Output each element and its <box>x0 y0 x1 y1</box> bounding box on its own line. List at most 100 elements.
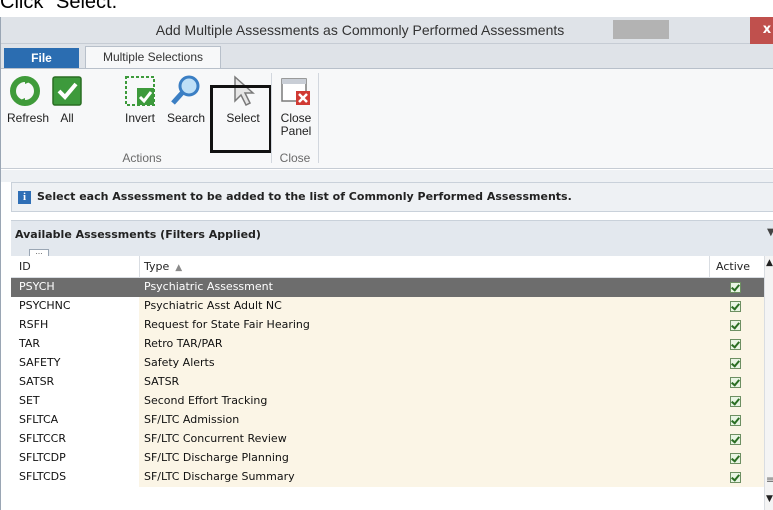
column-header-type-label: Type <box>144 260 170 273</box>
cell-id: SFLTCA <box>11 411 139 430</box>
cell-id: PSYCH <box>11 278 139 297</box>
all-label: All <box>60 111 74 125</box>
close-group-label: Close <box>279 151 311 165</box>
column-header-id[interactable]: ID <box>19 260 31 273</box>
cell-active <box>709 449 764 468</box>
cell-id: TAR <box>11 335 139 354</box>
cell-id: SFLTCCR <box>11 430 139 449</box>
cell-id: SATSR <box>11 373 139 392</box>
table-row[interactable]: SET Second Effort Tracking <box>11 392 764 411</box>
cell-type: Second Effort Tracking <box>139 392 709 411</box>
cell-active <box>709 316 764 335</box>
cell-id: RSFH <box>11 316 139 335</box>
info-text: Select each Assessment to be added to th… <box>37 190 572 203</box>
available-assessments-header: Available Assessments (Filters Applied) … <box>11 220 773 257</box>
cell-type: Psychiatric Asst Adult NC <box>139 297 709 316</box>
cell-active <box>709 278 764 297</box>
cell-active <box>709 411 764 430</box>
table-row[interactable]: SFLTCA SF/LTC Admission <box>11 411 764 430</box>
cell-id: SAFETY <box>11 354 139 373</box>
redacted-title-block <box>613 20 669 39</box>
close-panel-label: Close Panel <box>280 111 312 138</box>
close-panel-icon <box>281 78 310 105</box>
cell-id: PSYCHNC <box>11 297 139 316</box>
check-all-icon <box>52 76 82 106</box>
active-checkbox[interactable] <box>730 472 741 483</box>
select-highlight-box <box>210 85 272 153</box>
tab-multiple-selections[interactable]: Multiple Selections <box>85 46 221 68</box>
cell-id: SFLTCDP <box>11 449 139 468</box>
cell-active <box>709 392 764 411</box>
active-checkbox[interactable] <box>730 377 741 388</box>
cell-active <box>709 430 764 449</box>
grid-header: ID Type ▲ Active <box>11 256 764 278</box>
table-row[interactable]: SFLTCDS SF/LTC Discharge Summary <box>11 468 764 487</box>
select-all-button[interactable]: All <box>47 74 87 125</box>
window-close-button[interactable]: x <box>750 17 773 44</box>
title-bar: Add Multiple Assessments as Commonly Per… <box>1 17 773 44</box>
close-panel-button[interactable]: Close Panel <box>277 74 315 138</box>
ribbon: Refresh All Invert Search Select Close P… <box>1 68 773 169</box>
active-checkbox[interactable] <box>730 339 741 350</box>
group-separator <box>318 73 319 163</box>
table-row[interactable]: SATSR SATSR <box>11 373 764 392</box>
active-checkbox[interactable] <box>730 358 741 369</box>
cell-active <box>709 373 764 392</box>
dialog-window: Add Multiple Assessments as Commonly Per… <box>0 17 773 510</box>
cell-type: Request for State Fair Hearing <box>139 316 709 335</box>
scroll-grip-icon[interactable]: ≡ <box>766 475 773 486</box>
cell-type: SATSR <box>139 373 709 392</box>
active-checkbox[interactable] <box>730 453 741 464</box>
sort-ascending-icon: ▲ <box>175 263 183 273</box>
table-row[interactable]: RSFH Request for State Fair Hearing <box>11 316 764 335</box>
cell-active <box>709 297 764 316</box>
actions-group-label: Actions <box>122 151 162 165</box>
active-checkbox[interactable] <box>730 320 741 331</box>
cell-type: SF/LTC Admission <box>139 411 709 430</box>
active-checkbox[interactable] <box>730 396 741 407</box>
assessments-grid: ID Type ▲ Active PSYCH Psychiatric Assessm… <box>11 256 773 510</box>
info-bar: i Select each Assessment to be added to … <box>11 182 773 212</box>
search-label: Search <box>166 111 206 125</box>
search-button[interactable]: Search <box>164 74 208 125</box>
group-separator <box>271 73 272 163</box>
table-row[interactable]: SFLTCCR SF/LTC Concurrent Review <box>11 430 764 449</box>
table-row[interactable]: TAR Retro TAR/PAR <box>11 335 764 354</box>
table-row[interactable]: PSYCHNC Psychiatric Asst Adult NC <box>11 297 764 316</box>
table-row[interactable]: SFLTCDP SF/LTC Discharge Planning <box>11 449 764 468</box>
invert-selection-icon <box>125 76 155 106</box>
instruction-caption: Click "Select." <box>0 0 125 13</box>
column-header-type[interactable]: Type ▲ <box>139 256 684 278</box>
cell-active <box>709 335 764 354</box>
info-icon: i <box>18 191 31 204</box>
scroll-up-icon[interactable]: ▲ <box>766 258 773 268</box>
cell-type: SF/LTC Discharge Summary <box>139 468 709 487</box>
column-header-active[interactable]: Active <box>709 256 764 278</box>
refresh-label: Refresh <box>7 111 50 125</box>
active-checkbox[interactable] <box>730 301 741 312</box>
cell-type: Psychiatric Assessment <box>139 278 709 297</box>
active-checkbox[interactable] <box>730 415 741 426</box>
tab-file[interactable]: File <box>4 48 79 68</box>
grid-rows: PSYCH Psychiatric Assessment PSYCHNC Psychi… <box>11 278 764 487</box>
active-checkbox[interactable] <box>730 282 741 293</box>
cell-id: SET <box>11 392 139 411</box>
active-checkbox[interactable] <box>730 434 741 445</box>
table-row[interactable]: PSYCH Psychiatric Assessment <box>11 278 764 297</box>
scroll-down-icon[interactable]: ▼ <box>766 494 773 504</box>
cell-active <box>709 468 764 487</box>
cell-active <box>709 354 764 373</box>
ribbon-separator-band <box>1 170 773 182</box>
refresh-button[interactable]: Refresh <box>7 74 50 125</box>
cell-id: SFLTCDS <box>11 468 139 487</box>
search-icon <box>171 75 200 105</box>
vertical-scrollbar[interactable]: ▲ ≡ ▼ <box>764 256 773 510</box>
cell-type: SF/LTC Concurrent Review <box>139 430 709 449</box>
cell-type: Retro TAR/PAR <box>139 335 709 354</box>
ribbon-tab-bar: File Multiple Selections <box>1 44 773 68</box>
table-row[interactable]: SAFETY Safety Alerts <box>11 354 764 373</box>
cell-type: SF/LTC Discharge Planning <box>139 449 709 468</box>
chevron-down-icon[interactable]: ▼ <box>767 227 773 238</box>
refresh-icon <box>10 76 40 106</box>
invert-button[interactable]: Invert <box>119 74 161 125</box>
